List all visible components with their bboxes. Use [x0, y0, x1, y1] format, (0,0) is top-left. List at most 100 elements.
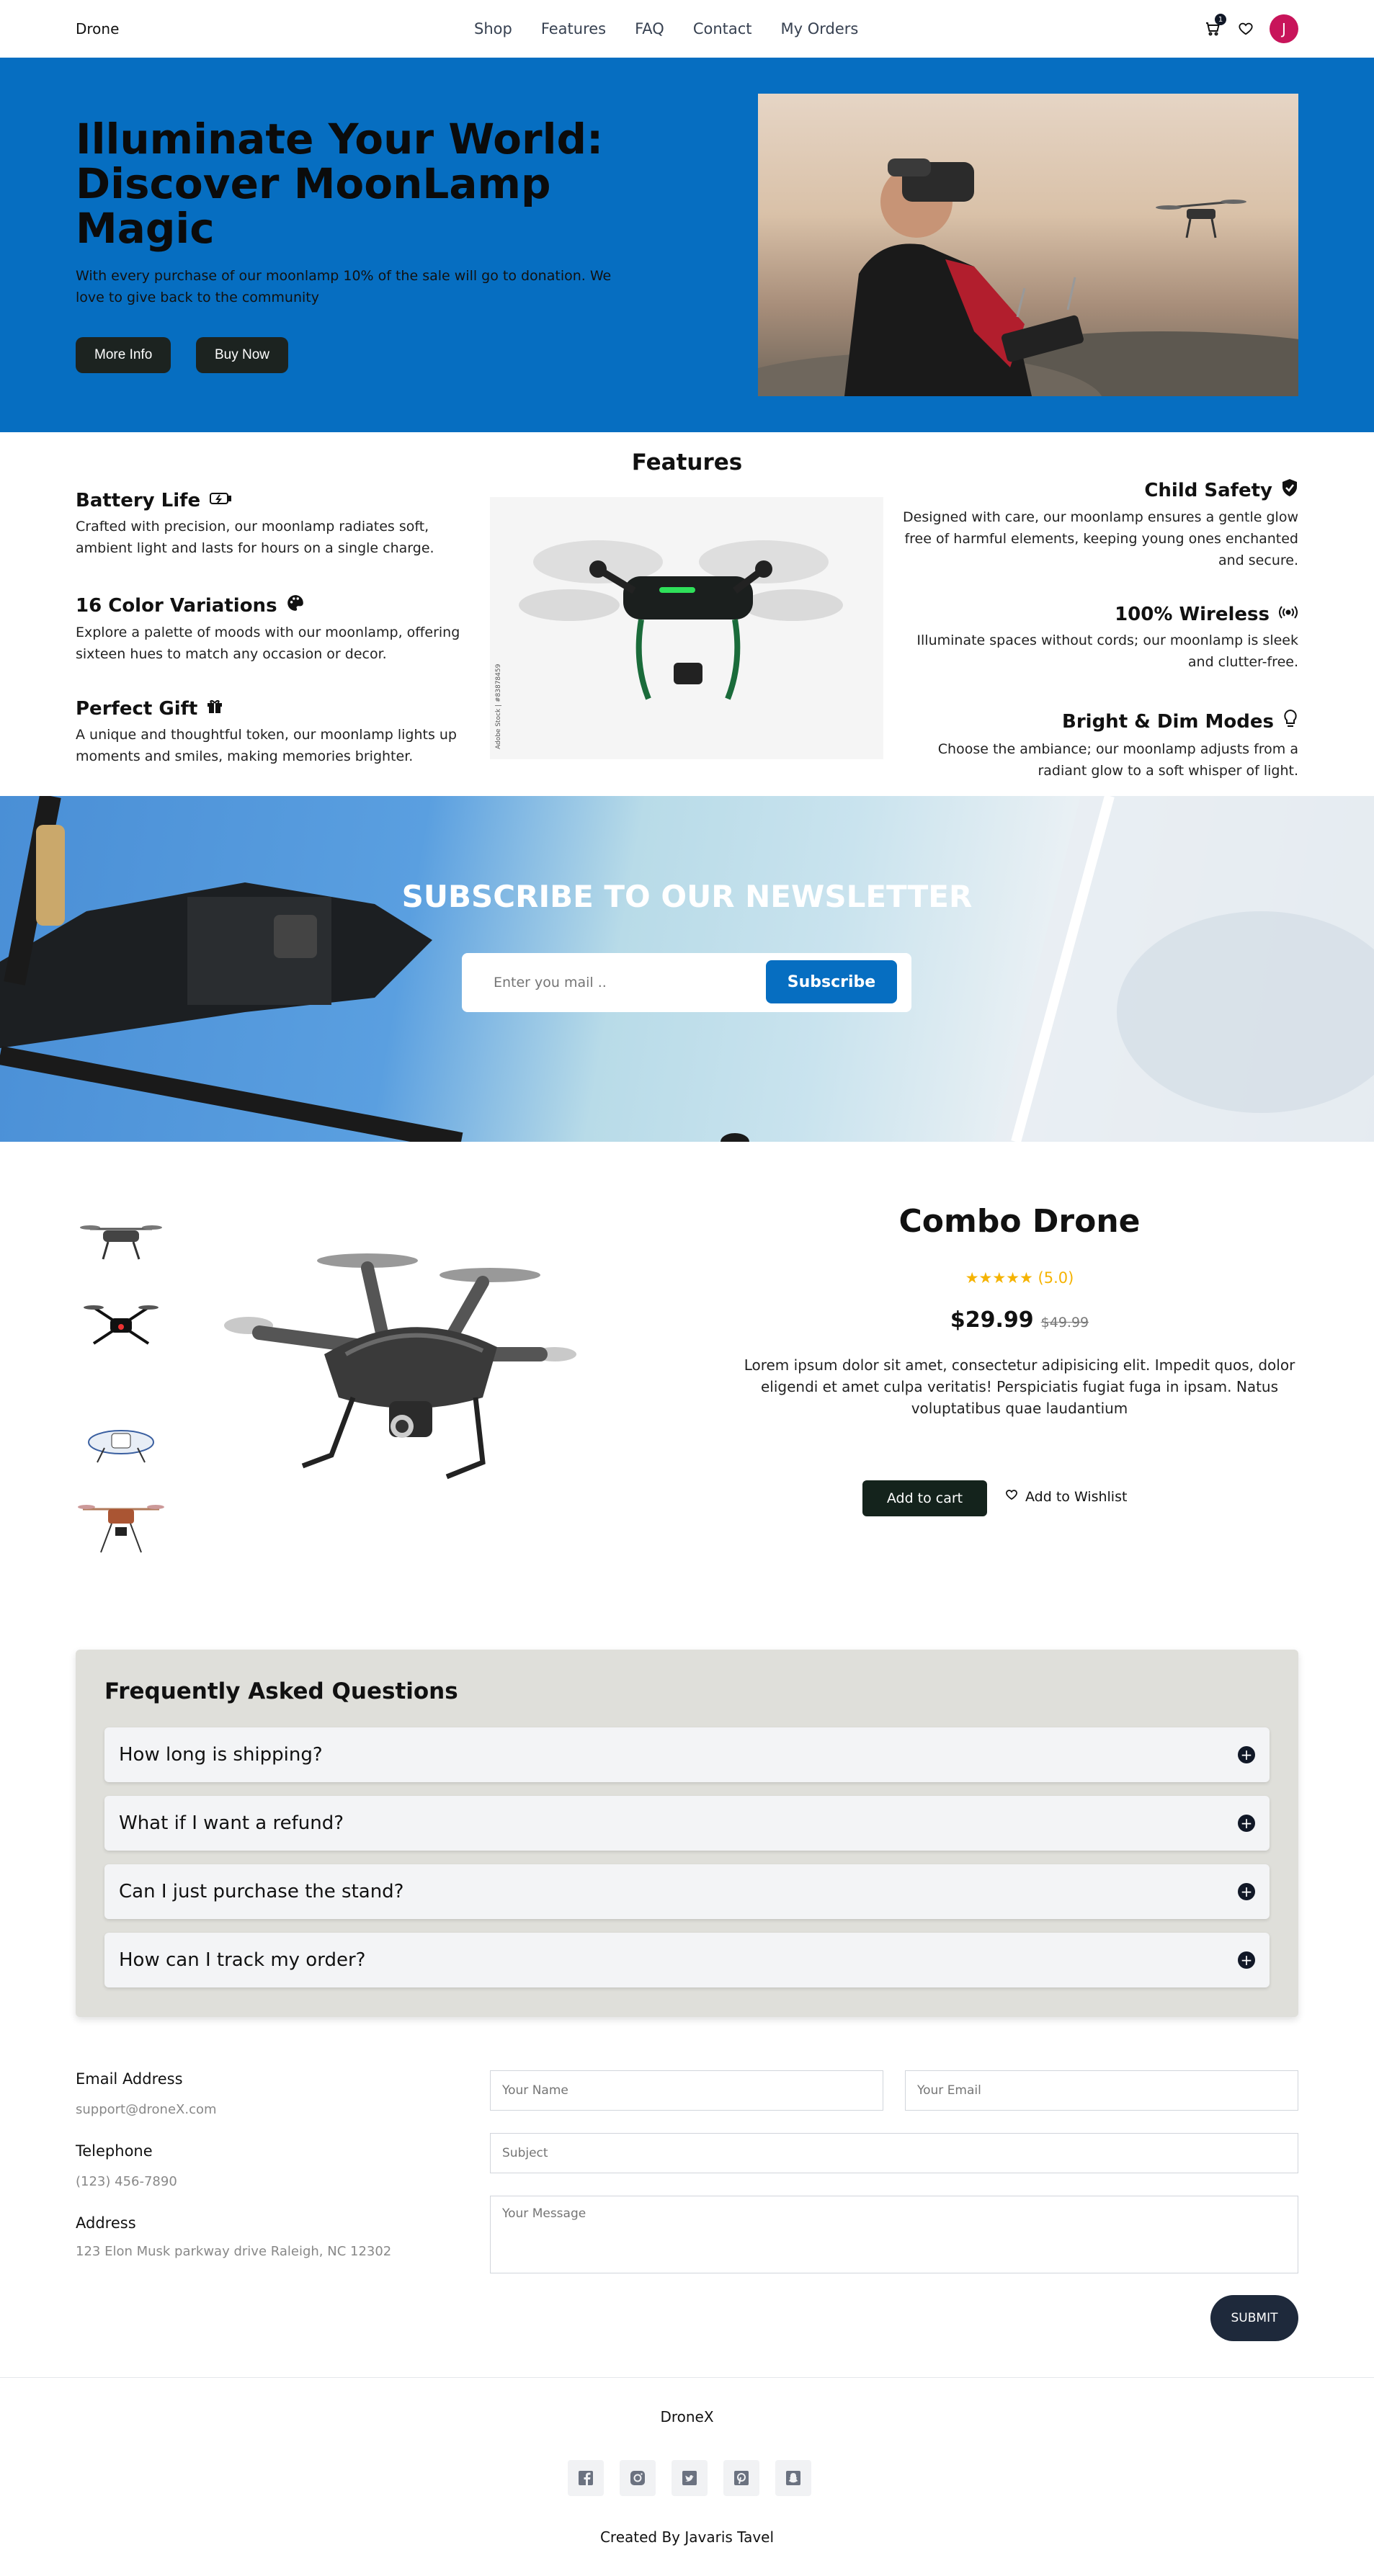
- wireless-icon: [1278, 604, 1298, 625]
- nav-link-shop[interactable]: Shop: [474, 20, 512, 37]
- faq-item[interactable]: What if I want a refund? +: [104, 1796, 1270, 1851]
- star-icon: ★★★★★: [965, 1269, 1033, 1287]
- hero-text: With every purchase of our moonlamp 10% …: [76, 268, 612, 305]
- feature-text: Crafted with precision, our moonlamp rad…: [76, 519, 434, 556]
- email-label: Email Address: [76, 2070, 183, 2088]
- feature-title: Perfect Gift: [76, 697, 198, 720]
- address-value: 123 Elon Musk parkway drive Raleigh, NC …: [76, 2244, 392, 2259]
- plus-circle-icon: +: [1238, 1883, 1255, 1900]
- cart-count-badge: 1: [1215, 14, 1226, 25]
- faq-question: How long is shipping?: [119, 1744, 323, 1766]
- plus-circle-icon: +: [1238, 1815, 1255, 1832]
- nav-icons: 1 J: [1203, 14, 1298, 43]
- faq-question: What if I want a refund?: [119, 1812, 344, 1834]
- buy-now-button[interactable]: Buy Now: [196, 337, 289, 373]
- rating-value: (5.0): [1038, 1269, 1074, 1287]
- user-avatar[interactable]: J: [1270, 14, 1298, 43]
- product-rating: ★★★★★ (5.0): [706, 1269, 1333, 1287]
- facebook-icon[interactable]: [568, 2460, 604, 2496]
- phone-value: (123) 456-7890: [76, 2174, 177, 2189]
- brand-logo[interactable]: Drone: [76, 20, 119, 37]
- feature-child-safety: Child Safety Designed with care, our moo…: [895, 478, 1298, 571]
- faq-section: Frequently Asked Questions How long is s…: [76, 1650, 1298, 2017]
- faq-item[interactable]: Can I just purchase the stand? +: [104, 1864, 1270, 1919]
- feature-text: Illuminate spaces without cords; our moo…: [916, 632, 1298, 670]
- newsletter-title: SUBSCRIBE TO OUR NEWSLETTER: [401, 879, 973, 914]
- feature-text: Designed with care, our moonlamp ensures…: [903, 509, 1298, 568]
- heart-icon: [1005, 1488, 1018, 1505]
- feature-title: Child Safety: [1144, 479, 1272, 501]
- product-title: Combo Drone: [898, 1203, 1141, 1240]
- gift-icon: [206, 697, 223, 720]
- faq-question: How can I track my order?: [119, 1949, 366, 1971]
- twitter-icon[interactable]: [672, 2460, 708, 2496]
- instagram-icon[interactable]: [620, 2460, 656, 2496]
- more-info-button[interactable]: More Info: [76, 337, 171, 373]
- shield-check-icon: [1281, 478, 1298, 502]
- plus-circle-icon: +: [1238, 1746, 1255, 1763]
- feature-battery-life: Battery Life Crafted with precision, our…: [76, 490, 479, 559]
- feature-bright-dim: Bright & Dim Modes Choose the ambiance; …: [895, 709, 1298, 782]
- feature-title: 16 Color Variations: [76, 594, 277, 617]
- faq-item[interactable]: How can I track my order? +: [104, 1933, 1270, 1987]
- email-value: support@droneX.com: [76, 2102, 217, 2117]
- cart-icon[interactable]: 1: [1203, 14, 1226, 38]
- product-old-price: $49.99: [1040, 1315, 1089, 1331]
- battery-charging-icon: [209, 490, 232, 511]
- feature-color-variations: 16 Color Variations Explore a palette of…: [76, 594, 479, 665]
- faq-item[interactable]: How long is shipping? +: [104, 1727, 1270, 1782]
- image-caption: Adobe Stock | #83878459: [495, 663, 502, 749]
- add-to-wishlist-button[interactable]: Add to Wishlist: [1005, 1488, 1127, 1505]
- footer-divider: [0, 2377, 1374, 2378]
- social-links: [568, 2460, 811, 2496]
- feature-perfect-gift: Perfect Gift A unique and thoughtful tok…: [76, 697, 479, 767]
- feature-title: Bright & Dim Modes: [1062, 710, 1274, 733]
- newsletter-section: SUBSCRIBE TO OUR NEWSLETTER Subscribe: [0, 796, 1374, 1142]
- email-field[interactable]: [905, 2070, 1298, 2111]
- add-to-cart-button[interactable]: Add to cart: [862, 1480, 987, 1516]
- hero-section: Illuminate Your World: Discover MoonLamp…: [0, 58, 1374, 432]
- message-field[interactable]: [490, 2196, 1298, 2273]
- product-thumbnail[interactable]: [76, 1289, 166, 1361]
- product-main-image: [209, 1217, 591, 1520]
- faq-title: Frequently Asked Questions: [104, 1678, 458, 1704]
- features-title: Features: [631, 450, 743, 475]
- snapchat-icon[interactable]: [775, 2460, 811, 2496]
- wishlist-label: Add to Wishlist: [1025, 1488, 1128, 1505]
- submit-button[interactable]: SUBMIT: [1210, 2295, 1298, 2341]
- feature-wireless: 100% Wireless Illuminate spaces without …: [895, 604, 1298, 673]
- newsletter-form: Subscribe: [462, 953, 911, 1012]
- lightbulb-icon: [1282, 709, 1298, 734]
- nav-links: Shop Features FAQ Contact My Orders: [474, 20, 858, 37]
- feature-text: Explore a palette of moods with our moon…: [76, 625, 460, 662]
- heart-icon[interactable]: [1236, 19, 1255, 38]
- hero-title: Illuminate Your World: Discover MoonLamp…: [76, 115, 604, 253]
- product-price: $29.99: [950, 1307, 1034, 1333]
- phone-label: Telephone: [76, 2142, 153, 2160]
- nav-link-my-orders[interactable]: My Orders: [781, 20, 859, 37]
- name-field[interactable]: [490, 2070, 883, 2111]
- top-navbar: Drone Shop Features FAQ Contact My Order…: [0, 0, 1374, 58]
- address-label: Address: [76, 2214, 136, 2232]
- newsletter-email-input[interactable]: [476, 963, 750, 1002]
- feature-drone-image: Adobe Stock | #83878459: [490, 497, 883, 759]
- nav-link-features[interactable]: Features: [541, 20, 606, 37]
- product-thumbnail[interactable]: [76, 1202, 166, 1274]
- feature-title: Battery Life: [76, 490, 201, 511]
- product-thumbnail[interactable]: [76, 1405, 166, 1477]
- hero-image: [758, 94, 1298, 396]
- product-thumbnail[interactable]: [76, 1491, 166, 1563]
- subscribe-button[interactable]: Subscribe: [766, 960, 897, 1003]
- feature-text: A unique and thoughtful token, our moonl…: [76, 727, 457, 764]
- product-prices: $29.99 $49.99: [706, 1307, 1333, 1333]
- nav-link-contact[interactable]: Contact: [693, 20, 752, 37]
- faq-question: Can I just purchase the stand?: [119, 1881, 404, 1902]
- nav-link-faq[interactable]: FAQ: [635, 20, 664, 37]
- palette-icon: [286, 594, 305, 617]
- subject-field[interactable]: [490, 2133, 1298, 2173]
- feature-title: 100% Wireless: [1115, 604, 1270, 625]
- plus-circle-icon: +: [1238, 1951, 1255, 1969]
- product-description: Lorem ipsum dolor sit amet, consectetur …: [744, 1356, 1295, 1417]
- pinterest-icon[interactable]: [723, 2460, 759, 2496]
- footer-brand: DroneX: [660, 2408, 714, 2425]
